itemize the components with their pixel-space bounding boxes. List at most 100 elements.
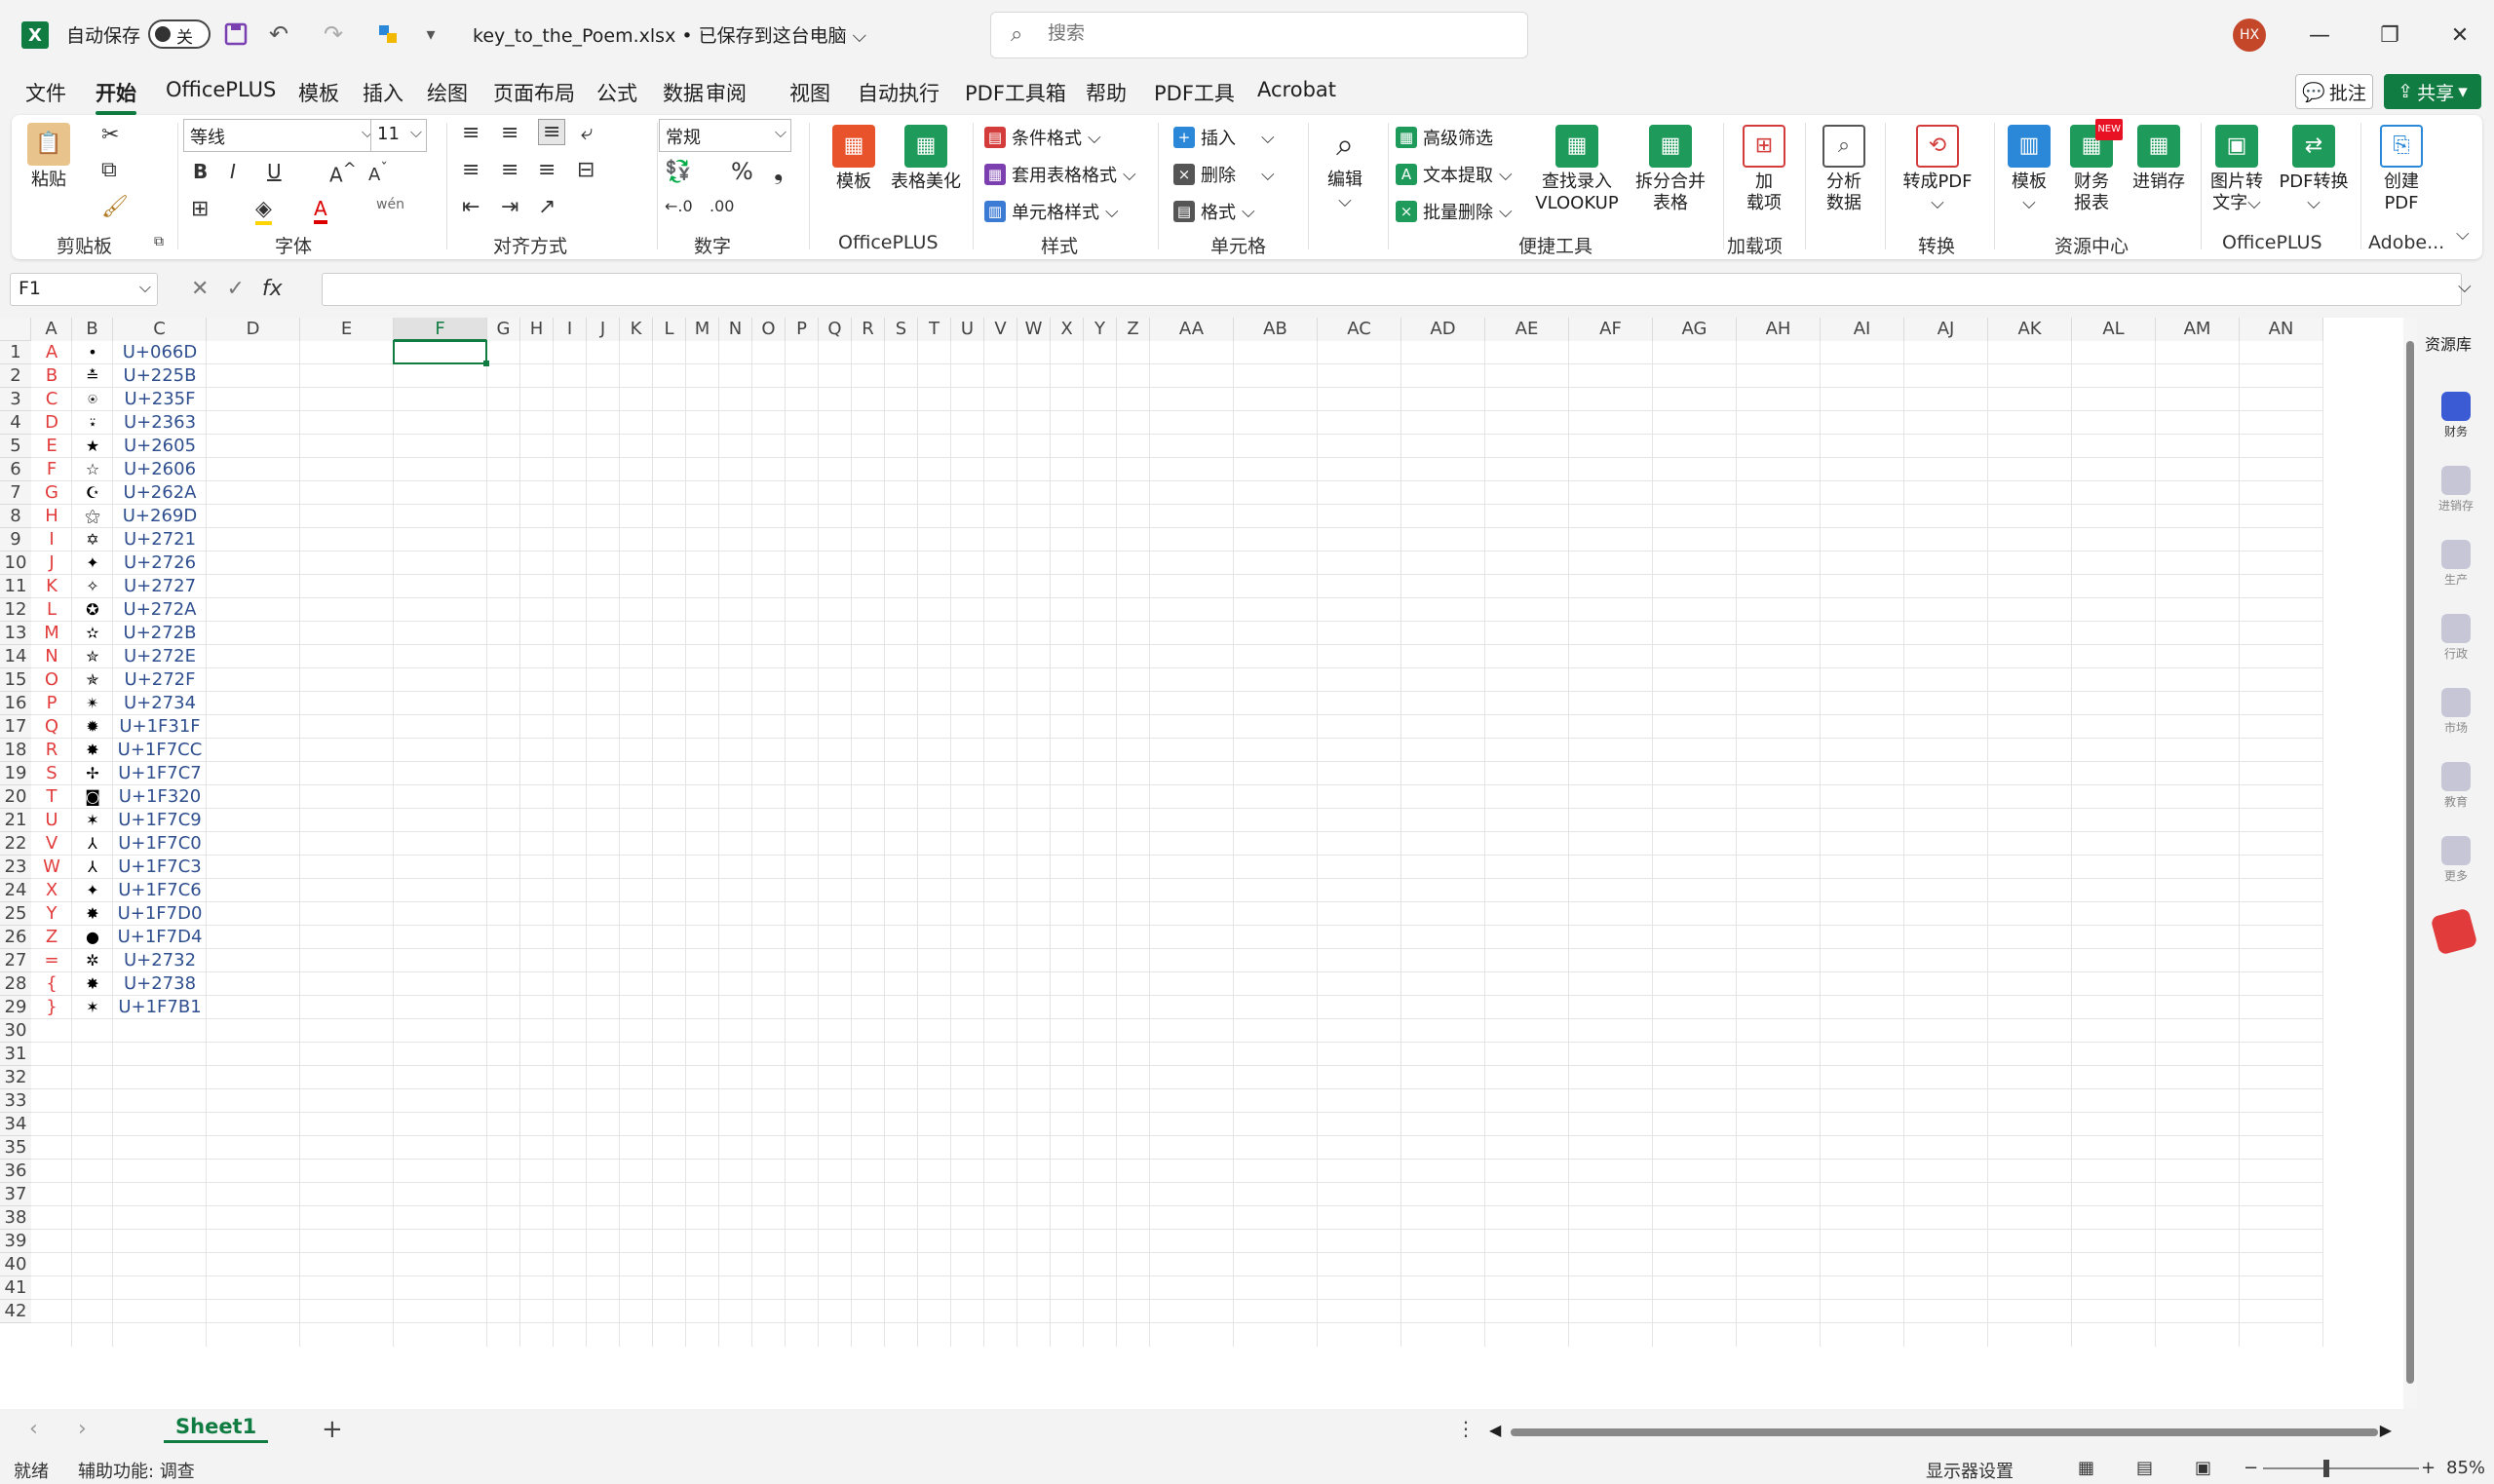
formula-input[interactable] <box>322 273 2462 306</box>
menu-tab[interactable]: 审阅 <box>706 78 747 107</box>
column-header[interactable]: AH <box>1737 318 1821 341</box>
row-header[interactable]: 16 <box>0 692 31 715</box>
row-header[interactable]: 39 <box>0 1230 31 1253</box>
scrollbar-thumb[interactable] <box>2406 341 2414 1384</box>
zoom-level[interactable]: 85% <box>2446 1458 2485 1478</box>
normal-view-icon[interactable]: ▦ <box>2078 1458 2094 1478</box>
cell-letter[interactable]: F <box>31 458 72 481</box>
cell-codepoint[interactable]: U+269D <box>113 505 207 528</box>
template-button[interactable]: ▦ 模板 <box>825 125 883 193</box>
autosave-toggle[interactable]: 关 <box>148 19 211 49</box>
search-input[interactable] <box>1048 22 1438 44</box>
cell-letter[interactable]: S <box>31 762 72 785</box>
cell-symbol[interactable]: ⚝ <box>72 505 113 528</box>
vlookup-button[interactable]: ▦ 查找录入 VLOOKUP <box>1530 125 1624 214</box>
cell-symbol[interactable]: ✪ <box>72 598 113 622</box>
cell-letter[interactable]: Z <box>31 926 72 949</box>
resource-template-button[interactable]: ▥ 模板 ⌵ <box>2000 125 2058 214</box>
cell-symbol[interactable]: ⍣ <box>72 411 113 435</box>
cell-symbol[interactable]: • <box>72 341 113 364</box>
cell-letter[interactable]: C <box>31 388 72 411</box>
merge-icon[interactable]: ⊟ <box>577 158 595 182</box>
column-header[interactable]: AL <box>2072 318 2156 341</box>
selected-cell[interactable] <box>393 340 489 366</box>
cell-codepoint[interactable]: U+2727 <box>113 575 207 598</box>
format-cells-button[interactable]: ▤ 格式 ⌵ <box>1173 199 1255 224</box>
display-settings[interactable]: 显示器设置 <box>1926 1458 2014 1483</box>
font-color-icon[interactable]: A <box>314 197 327 224</box>
addins-button[interactable]: ⊞ 加载项 <box>1731 125 1797 214</box>
number-format-select[interactable]: 常规 ⌵ <box>659 119 791 152</box>
menu-tab[interactable]: PDF工具箱 <box>965 78 1066 107</box>
resource-item[interactable]: 生产 <box>2435 540 2477 588</box>
column-header[interactable]: AF <box>1569 318 1653 341</box>
menu-tab[interactable]: 公式 <box>596 78 637 107</box>
comma-icon[interactable]: ❟ <box>774 158 783 185</box>
cell-style-button[interactable]: ▥ 单元格样式 ⌵ <box>984 199 1119 224</box>
column-header[interactable]: AE <box>1485 318 1569 341</box>
page-layout-icon[interactable]: ▤ <box>2136 1458 2153 1478</box>
cell-symbol[interactable]: ✸ <box>72 902 113 926</box>
spreadsheet-grid[interactable]: A B C D E F G H I J K L M N O P Q R S T U V W X Y Z AA AB AC AD AE AF AG… <box>0 318 2407 1409</box>
cell-codepoint[interactable]: U+2732 <box>113 949 207 972</box>
expand-formula-icon[interactable]: ⌵ <box>2458 277 2472 297</box>
cell-letter[interactable]: U <box>31 809 72 832</box>
row-header[interactable]: 29 <box>0 996 31 1019</box>
pdf-convert-button[interactable]: ⇄ PDF转换 ⌵ <box>2275 125 2353 214</box>
cell-symbol[interactable]: ✦ <box>72 552 113 575</box>
cell-codepoint[interactable]: U+1F7CC <box>113 739 207 762</box>
file-name[interactable]: key_to_the_Poem.xlsx • 已保存到这台电脑 ⌵ <box>473 21 866 48</box>
cell-letter[interactable]: A <box>31 341 72 364</box>
cell-symbol[interactable]: ✲ <box>72 949 113 972</box>
row-header[interactable]: 3 <box>0 388 31 411</box>
cell-symbol[interactable]: ✯ <box>72 668 113 692</box>
cell-symbol[interactable]: ✸ <box>72 972 113 996</box>
row-header[interactable]: 4 <box>0 411 31 435</box>
row-header[interactable]: 15 <box>0 668 31 692</box>
cell-letter[interactable]: = <box>31 949 72 972</box>
align-left-icon[interactable]: ≡ <box>462 158 480 182</box>
zoom-slider[interactable] <box>2263 1460 2419 1477</box>
row-header[interactable]: 30 <box>0 1019 31 1043</box>
row-header[interactable]: 42 <box>0 1300 31 1323</box>
wrap-text-icon[interactable]: ⤶ <box>581 121 593 145</box>
page-break-icon[interactable]: ▣ <box>2195 1458 2211 1478</box>
cell-letter[interactable]: E <box>31 435 72 458</box>
column-header[interactable]: U <box>951 318 984 341</box>
format-painter-qat-icon[interactable] <box>372 18 403 51</box>
maximize-icon[interactable]: ❐ <box>2370 18 2409 53</box>
align-bottom-icon[interactable]: ≡ <box>538 119 566 145</box>
menu-tab[interactable]: 页面布局 <box>493 78 575 107</box>
inventory-button[interactable]: ▦ 进销存 <box>2125 125 2193 193</box>
column-header[interactable]: AB <box>1234 318 1318 341</box>
resource-item[interactable]: 行政 <box>2435 614 2477 662</box>
cell-codepoint[interactable]: U+2606 <box>113 458 207 481</box>
cell-symbol[interactable]: ✸ <box>72 739 113 762</box>
column-header[interactable]: M <box>686 318 719 341</box>
horizontal-scrollbar[interactable]: ◀ ▶ <box>1485 1421 2396 1442</box>
resource-item[interactable]: 教育 <box>2435 762 2477 810</box>
cell-symbol[interactable]: ◙ <box>72 785 113 809</box>
underline-icon[interactable]: U <box>267 160 282 183</box>
menu-tab[interactable]: 插入 <box>363 78 403 107</box>
cell-symbol[interactable]: ✶ <box>72 996 113 1019</box>
cell-letter[interactable]: B <box>31 364 72 388</box>
percent-icon[interactable]: % <box>731 158 753 185</box>
cell-symbol[interactable]: ✶ <box>72 809 113 832</box>
row-header[interactable]: 28 <box>0 972 31 996</box>
cell-symbol[interactable]: ✡ <box>72 528 113 552</box>
align-middle-icon[interactable]: ≡ <box>501 121 518 145</box>
cell-codepoint[interactable]: U+066D <box>113 341 207 364</box>
font-name-select[interactable]: 等线 ⌵ <box>183 119 378 152</box>
column-header[interactable]: Y <box>1084 318 1117 341</box>
font-size-select[interactable]: 11 ⌵ <box>370 119 427 152</box>
finance-report-button[interactable]: ▦ NEW 财务 报表 <box>2062 119 2123 214</box>
cell-symbol[interactable]: ✢ <box>72 762 113 785</box>
row-header[interactable]: 35 <box>0 1136 31 1160</box>
cell-letter[interactable]: L <box>31 598 72 622</box>
cell-symbol[interactable]: ✴ <box>72 692 113 715</box>
decrease-font-icon[interactable]: Aˇ <box>368 160 388 185</box>
indent-increase-icon[interactable]: ⇥ <box>501 195 518 219</box>
column-header[interactable]: AG <box>1653 318 1737 341</box>
undo-icon[interactable]: ↶ <box>263 18 294 51</box>
